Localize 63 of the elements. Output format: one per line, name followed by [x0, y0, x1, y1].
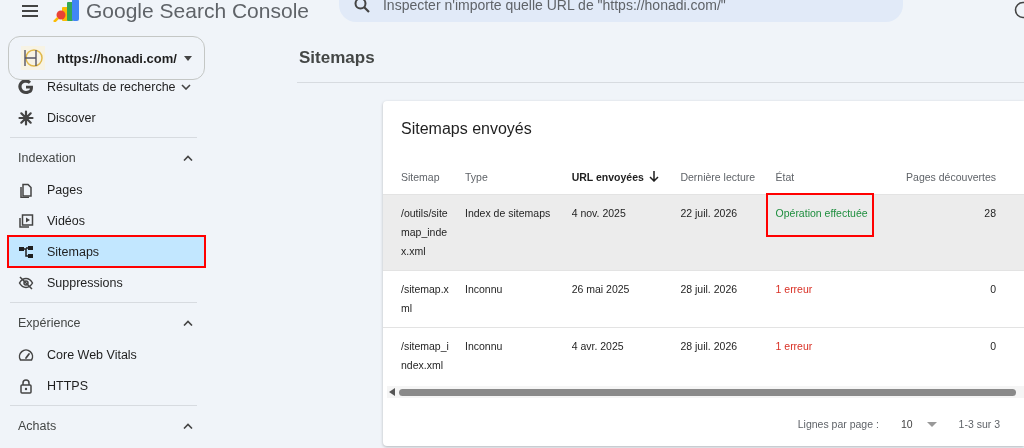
- column-header[interactable]: État: [769, 160, 889, 195]
- scroll-left-icon[interactable]: [389, 388, 395, 396]
- eye-off-icon: [18, 274, 34, 291]
- chevron-up-icon[interactable]: [183, 423, 193, 429]
- video-icon: [18, 212, 34, 229]
- rows-per-page-select[interactable]: 10: [894, 418, 943, 430]
- table-cell: Inconnu: [459, 270, 566, 328]
- nav-item[interactable]: Discover: [8, 102, 195, 133]
- menu-icon[interactable]: [20, 3, 40, 19]
- sitemap-icon: [18, 243, 34, 260]
- nav-item[interactable]: Pages: [8, 174, 195, 205]
- table-cell: 28: [888, 194, 1024, 271]
- scrollbar-thumb[interactable]: [399, 388, 1016, 396]
- section-heading: Expérience: [18, 316, 81, 330]
- table-cell: 22 juil. 2026: [674, 194, 770, 271]
- asterisk-icon: [18, 109, 34, 126]
- nav-item[interactable]: Sitemaps: [8, 236, 205, 267]
- table-cell: 4 nov. 2025: [565, 194, 675, 271]
- status-text: Opération effectuée: [767, 195, 872, 235]
- table-cell: 0: [888, 270, 1024, 328]
- site-logo-icon: [21, 46, 45, 70]
- page-title: Sitemaps: [297, 40, 1024, 83]
- chevron-up-icon[interactable]: [183, 155, 193, 161]
- table-cell: /sitemap.xml: [383, 270, 459, 328]
- table-cell: Index de sitemaps: [459, 194, 566, 271]
- section-heading: Indexation: [18, 151, 76, 165]
- column-header[interactable]: Dernière lecture: [674, 160, 770, 195]
- page-range: 1-3 sur 3: [958, 418, 1000, 430]
- column-header[interactable]: URL envoyées: [565, 160, 675, 195]
- column-header[interactable]: Type: [459, 160, 566, 195]
- table-cell: 0: [888, 327, 1024, 384]
- nav-item[interactable]: Core Web Vitals: [8, 339, 195, 370]
- caret-icon: [184, 55, 192, 61]
- rows-per-page-label: Lignes par page :: [797, 418, 879, 430]
- product-name: Google Search Console: [86, 0, 309, 22]
- logo-icon[interactable]: [52, 0, 82, 22]
- status-text: 1 erreur: [775, 339, 813, 354]
- table-cell: /sitemap_index.xml: [383, 327, 459, 384]
- column-header[interactable]: Pages découvertes: [888, 160, 1024, 195]
- property-dropdown-menu[interactable]: https://honadi.com/: [8, 36, 205, 80]
- table-cell: 28 juil. 2026: [674, 270, 770, 328]
- table-cell: Inconnu: [459, 327, 566, 384]
- table-cell: 26 mai 2025: [565, 270, 675, 328]
- section-heading: Achats: [18, 419, 57, 433]
- search-field[interactable]: Inspecter n'importe quelle URL de "https://honadi.com/": [339, 0, 903, 22]
- chevron-up-icon[interactable]: [183, 320, 193, 326]
- nav-item[interactable]: Suppressions: [8, 267, 195, 298]
- table-cell: 28 juil. 2026: [674, 327, 770, 384]
- search-icon: [353, 0, 371, 14]
- table-cell: /outils/sitemap_index.xml: [383, 194, 459, 271]
- chevron-down-icon[interactable]: [181, 83, 191, 90]
- nav-item[interactable]: HTTPS: [8, 370, 195, 401]
- column-header[interactable]: Sitemap: [383, 160, 459, 195]
- card-title: Sitemaps envoyés: [400, 119, 533, 139]
- arrow-down-icon: [648, 171, 659, 182]
- pages-icon: [18, 181, 34, 198]
- caret-icon: [926, 421, 937, 427]
- nav-item[interactable]: Vidéos: [8, 205, 195, 236]
- lock-icon: [18, 377, 34, 394]
- status-text: 1 erreur: [775, 282, 813, 297]
- google-g-icon: [18, 78, 34, 95]
- gauge-icon: [18, 346, 34, 363]
- table-cell: 4 avr. 2025: [565, 327, 675, 384]
